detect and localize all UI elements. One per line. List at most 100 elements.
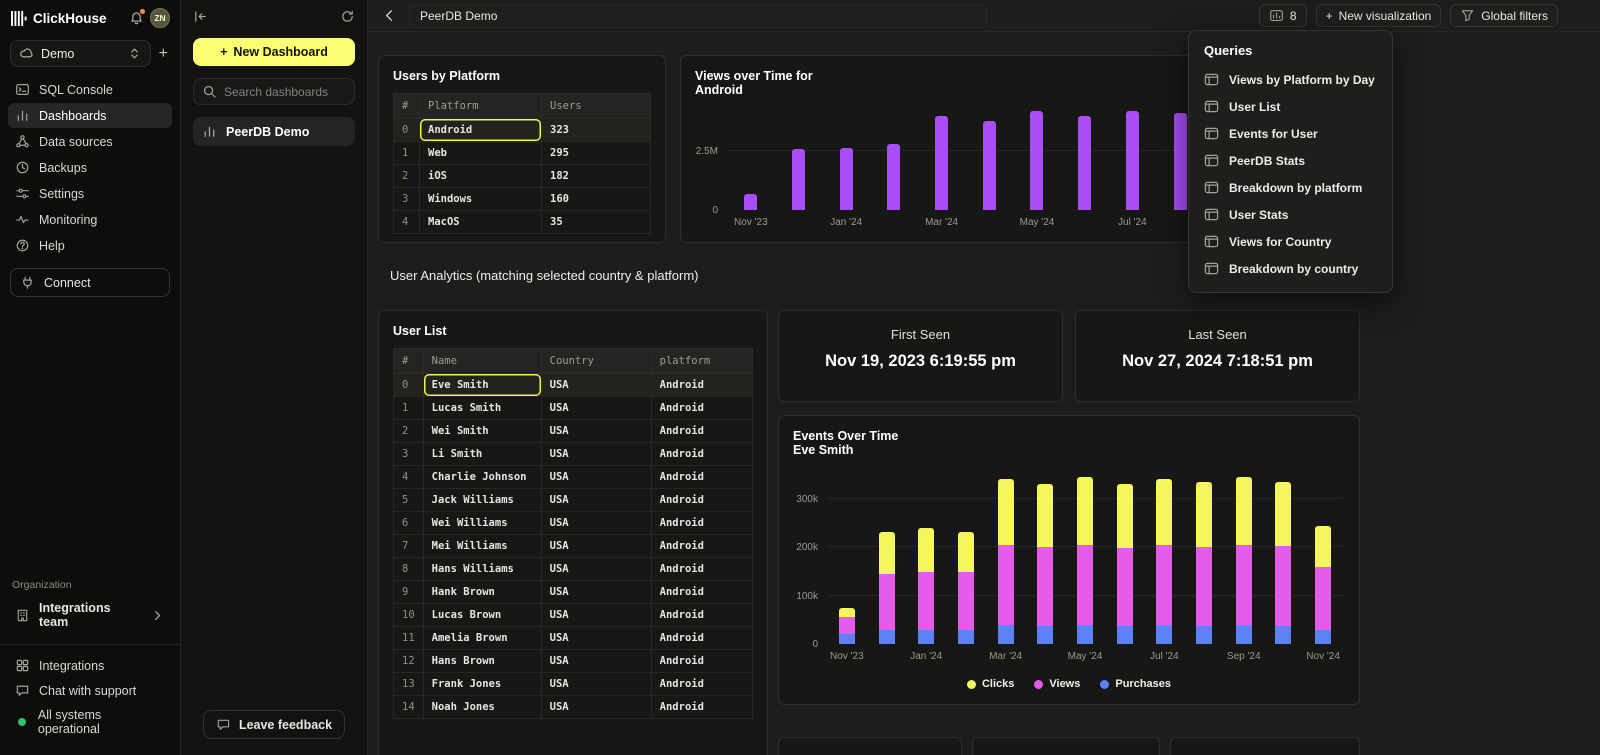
table-cell[interactable]: Android: [651, 466, 752, 489]
table-cell[interactable]: Lucas Smith: [423, 397, 541, 420]
sidebar-item-monitoring[interactable]: Monitoring: [8, 207, 172, 232]
table-cell[interactable]: 2: [394, 420, 424, 443]
table-cell[interactable]: Mei Williams: [423, 535, 541, 558]
sidebar-item-backups[interactable]: Backups: [8, 155, 172, 180]
table-row[interactable]: 8Hans WilliamsUSAAndroid: [394, 558, 753, 581]
table-row[interactable]: 1Lucas SmithUSAAndroid: [394, 397, 753, 420]
refresh-icon[interactable]: [340, 9, 355, 24]
back-arrow-icon[interactable]: [382, 8, 397, 23]
table-cell[interactable]: MacOS: [420, 211, 542, 234]
table-cell[interactable]: 0: [394, 119, 420, 142]
table-cell[interactable]: USA: [541, 581, 651, 604]
table-cell[interactable]: Hans Williams: [423, 558, 541, 581]
table-cell[interactable]: 10: [394, 604, 424, 627]
table-cell[interactable]: 5: [394, 489, 424, 512]
query-item-views-by-platform-by-day[interactable]: Views by Platform by Day: [1189, 66, 1392, 93]
query-item-views-for-country[interactable]: Views for Country: [1189, 228, 1392, 255]
table-cell[interactable]: Android: [651, 604, 752, 627]
table-row[interactable]: 1Web295: [394, 142, 651, 165]
table-cell[interactable]: 4: [394, 466, 424, 489]
table-cell[interactable]: USA: [541, 489, 651, 512]
table-cell[interactable]: USA: [541, 420, 651, 443]
notifications-bell-icon[interactable]: [129, 11, 144, 26]
footer-item-all-systems-operational[interactable]: All systems operational: [0, 703, 180, 741]
table-row[interactable]: 2iOS182: [394, 165, 651, 188]
table-cell[interactable]: Android: [651, 650, 752, 673]
table-cell[interactable]: USA: [541, 604, 651, 627]
table-cell[interactable]: Amelia Brown: [423, 627, 541, 650]
table-cell[interactable]: 295: [542, 142, 651, 165]
table-cell[interactable]: USA: [541, 650, 651, 673]
query-item-events-for-user[interactable]: Events for User: [1189, 120, 1392, 147]
table-cell[interactable]: 11: [394, 627, 424, 650]
dashboard-list-item[interactable]: PeerDB Demo: [193, 117, 355, 146]
new-visualization-button[interactable]: + New visualization: [1316, 4, 1442, 27]
table-row[interactable]: 2Wei SmithUSAAndroid: [394, 420, 753, 443]
table-cell[interactable]: Frank Jones: [423, 673, 541, 696]
table-row[interactable]: 0Android323: [394, 119, 651, 142]
table-cell[interactable]: Wei Williams: [423, 512, 541, 535]
table-cell[interactable]: Hans Brown: [423, 650, 541, 673]
table-cell[interactable]: 14: [394, 696, 424, 719]
table-cell[interactable]: iOS: [420, 165, 542, 188]
table-cell[interactable]: Jack Williams: [423, 489, 541, 512]
add-service-button[interactable]: +: [157, 46, 170, 62]
table-cell[interactable]: Android: [651, 581, 752, 604]
table-cell[interactable]: Android: [651, 512, 752, 535]
table-row[interactable]: 9Hank BrownUSAAndroid: [394, 581, 753, 604]
table-cell[interactable]: Android: [651, 374, 752, 397]
table-cell[interactable]: Android: [651, 397, 752, 420]
table-cell[interactable]: Noah Jones: [423, 696, 541, 719]
table-cell[interactable]: USA: [541, 673, 651, 696]
table-cell[interactable]: Android: [651, 443, 752, 466]
workspace-selector[interactable]: Demo: [10, 40, 151, 67]
table-cell[interactable]: Hank Brown: [423, 581, 541, 604]
table-cell[interactable]: Android: [651, 535, 752, 558]
table-row[interactable]: 12Hans BrownUSAAndroid: [394, 650, 753, 673]
table-cell[interactable]: USA: [541, 466, 651, 489]
table-cell[interactable]: 9: [394, 581, 424, 604]
table-cell[interactable]: 182: [542, 165, 651, 188]
table-cell[interactable]: 3: [394, 188, 420, 211]
table-cell[interactable]: USA: [541, 443, 651, 466]
table-cell[interactable]: 8: [394, 558, 424, 581]
table-cell[interactable]: Wei Smith: [423, 420, 541, 443]
table-cell[interactable]: Web: [420, 142, 542, 165]
table-cell[interactable]: 12: [394, 650, 424, 673]
sidebar-item-sql-console[interactable]: SQL Console: [8, 77, 172, 102]
table-cell[interactable]: Android: [651, 673, 752, 696]
table-cell[interactable]: 160: [542, 188, 651, 211]
table-row[interactable]: 3Li SmithUSAAndroid: [394, 443, 753, 466]
table-row[interactable]: 5Jack WilliamsUSAAndroid: [394, 489, 753, 512]
visualization-count-button[interactable]: 8: [1259, 4, 1307, 27]
table-cell[interactable]: Android: [651, 558, 752, 581]
table-cell[interactable]: USA: [541, 558, 651, 581]
sidebar-item-settings[interactable]: Settings: [8, 181, 172, 206]
table-cell[interactable]: Eve Smith: [423, 374, 541, 397]
table-cell[interactable]: 1: [394, 397, 424, 420]
legend-item-views[interactable]: Views: [1034, 678, 1080, 690]
table-cell[interactable]: Lucas Brown: [423, 604, 541, 627]
collapse-panel-icon[interactable]: [193, 9, 208, 24]
table-cell[interactable]: 35: [542, 211, 651, 234]
table-cell[interactable]: USA: [541, 535, 651, 558]
footer-item-chat-with-support[interactable]: Chat with support: [0, 678, 180, 703]
table-cell[interactable]: Android: [651, 420, 752, 443]
table-row[interactable]: 10Lucas BrownUSAAndroid: [394, 604, 753, 627]
table-row[interactable]: 6Wei WilliamsUSAAndroid: [394, 512, 753, 535]
leave-feedback-button[interactable]: Leave feedback: [203, 710, 345, 739]
query-item-peerdb-stats[interactable]: PeerDB Stats: [1189, 147, 1392, 174]
sidebar-item-data-sources[interactable]: Data sources: [8, 129, 172, 154]
connect-button[interactable]: Connect: [10, 268, 170, 297]
table-cell[interactable]: 7: [394, 535, 424, 558]
table-cell[interactable]: 3: [394, 443, 424, 466]
table-cell[interactable]: Android: [651, 489, 752, 512]
sidebar-item-dashboards[interactable]: Dashboards: [8, 103, 172, 128]
table-cell[interactable]: 0: [394, 374, 424, 397]
table-cell[interactable]: Li Smith: [423, 443, 541, 466]
new-dashboard-button[interactable]: + New Dashboard: [193, 38, 355, 66]
table-cell[interactable]: USA: [541, 696, 651, 719]
table-cell[interactable]: USA: [541, 627, 651, 650]
table-cell[interactable]: Android: [651, 696, 752, 719]
legend-item-clicks[interactable]: Clicks: [967, 678, 1014, 690]
